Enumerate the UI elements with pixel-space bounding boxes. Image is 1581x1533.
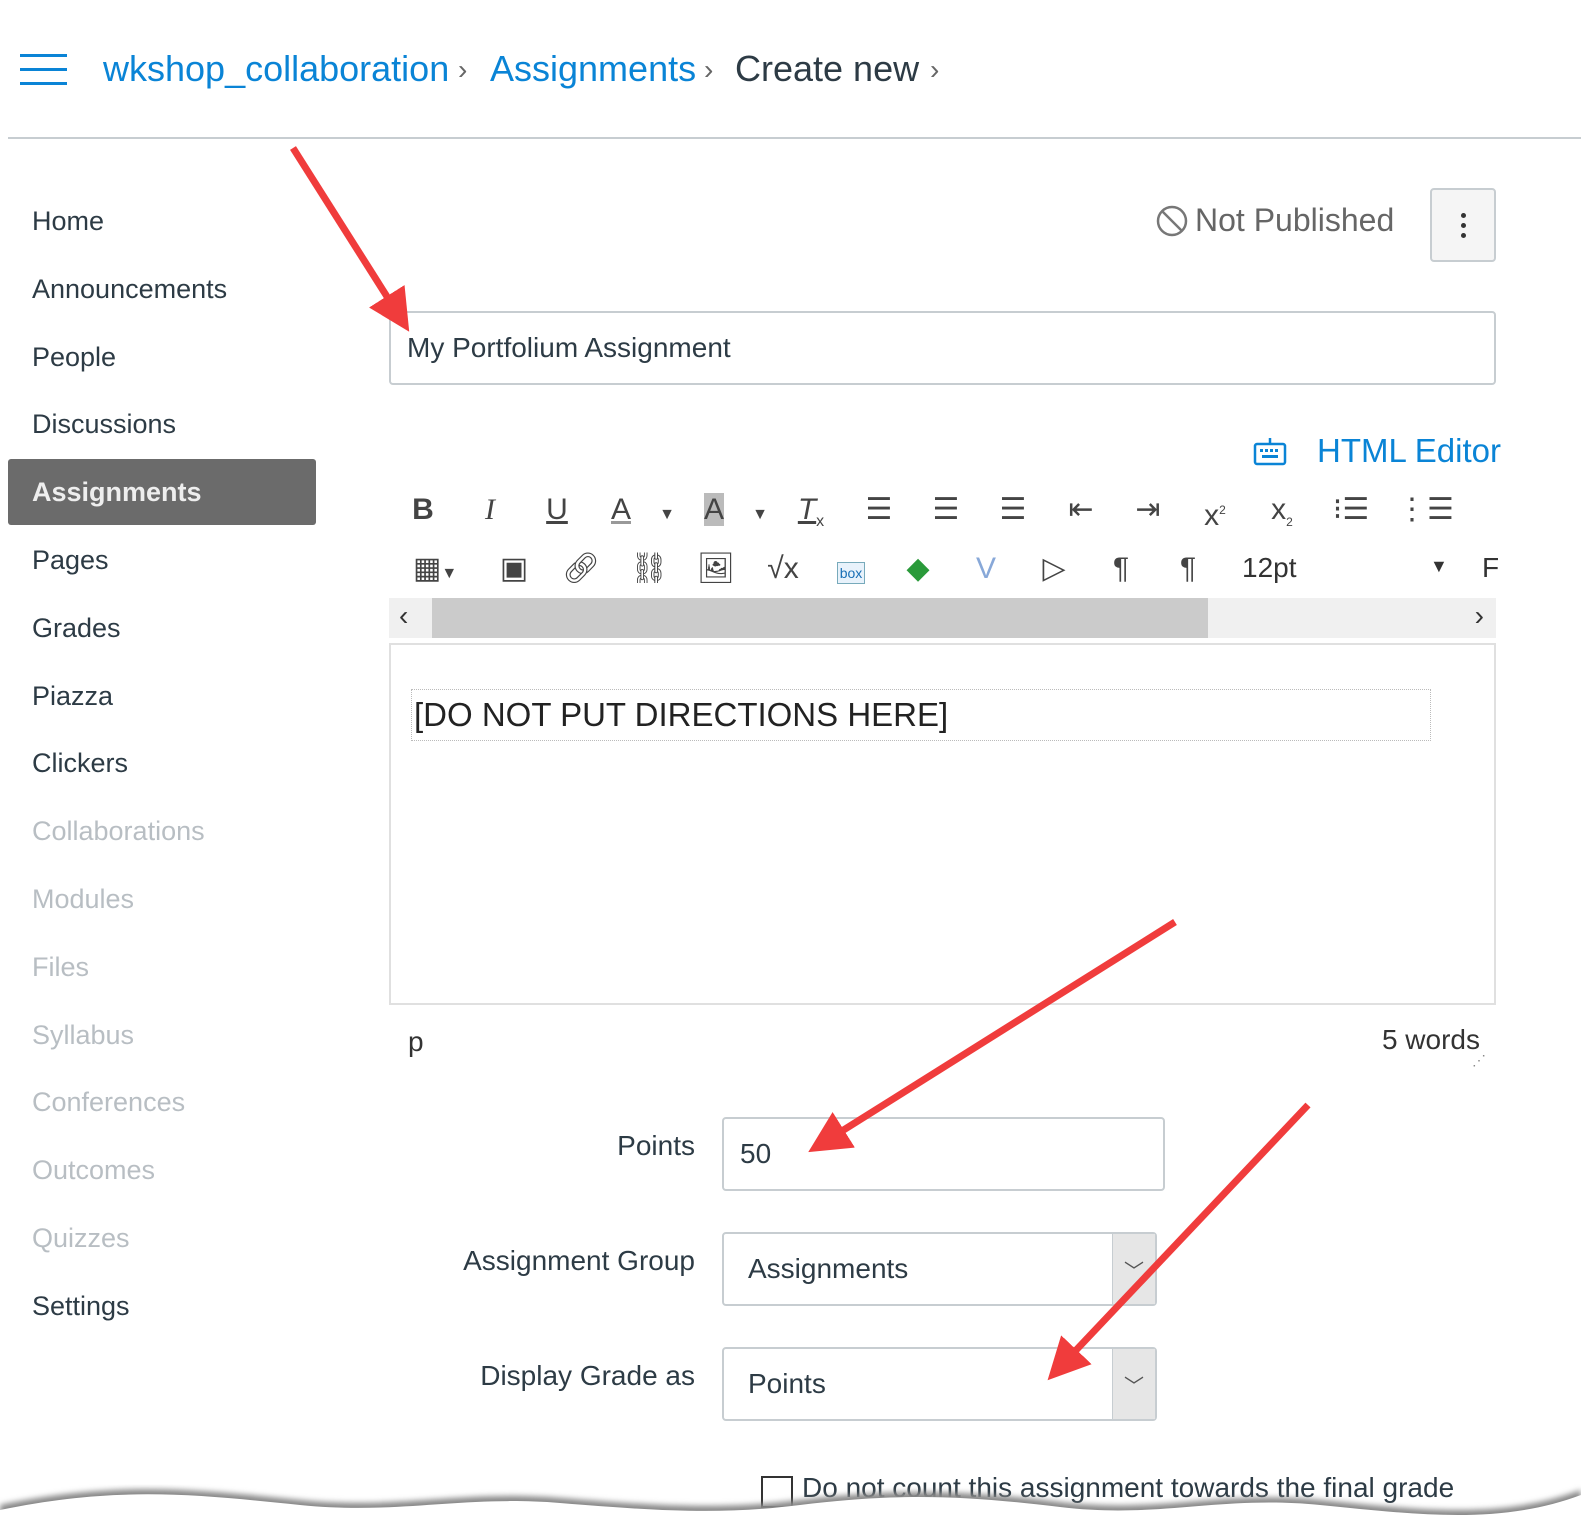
- bullet-list-icon[interactable]: ⁝☰: [1329, 490, 1373, 530]
- chevron-down-icon: ﹀: [1112, 1349, 1155, 1419]
- subscript-icon[interactable]: x2: [1260, 490, 1304, 530]
- clear-formatting-icon[interactable]: Tx: [789, 490, 833, 530]
- scroll-left-icon[interactable]: ‹: [399, 600, 408, 632]
- indent-icon[interactable]: ⇥: [1126, 490, 1170, 530]
- toolbar-scrollbar[interactable]: ‹ ›: [389, 598, 1496, 638]
- assignment-title-input[interactable]: My Portfolium Assignment: [389, 311, 1496, 385]
- unlink-icon[interactable]: ⛓︎: [627, 549, 671, 589]
- rtl-icon[interactable]: ¶: [1166, 549, 1210, 589]
- sidebar-item-quizzes[interactable]: Quizzes: [32, 1205, 316, 1271]
- link-icon[interactable]: 🔗︎: [559, 549, 603, 589]
- align-center-icon[interactable]: ☰: [924, 490, 968, 530]
- align-right-icon[interactable]: ☰: [991, 490, 1035, 530]
- italic-icon[interactable]: I: [468, 490, 512, 530]
- superscript-icon[interactable]: x2: [1193, 490, 1237, 532]
- sidebar-item-clickers[interactable]: Clickers: [32, 730, 316, 796]
- video-icon[interactable]: ▷: [1032, 549, 1076, 589]
- media-icon[interactable]: ▣: [492, 549, 536, 589]
- html-editor-toggle[interactable]: HTML Editor: [1253, 432, 1501, 470]
- chevron-down-icon: ﹀: [1112, 1234, 1155, 1304]
- font-size-dropdown-icon[interactable]: ▼: [1430, 556, 1448, 577]
- sidebar-item-piazza[interactable]: Piazza: [32, 663, 316, 729]
- sidebar-item-collaborations[interactable]: Collaborations: [32, 798, 316, 864]
- torn-edge: [0, 1489, 1581, 1533]
- element-path: p: [408, 1026, 424, 1057]
- underline-icon[interactable]: U: [535, 490, 579, 530]
- breadcrumb-course[interactable]: wkshop_collaboration: [103, 48, 449, 90]
- bold-icon[interactable]: B: [401, 490, 445, 530]
- outdent-icon[interactable]: ⇤: [1059, 490, 1103, 530]
- dropdown-icon[interactable]: ▼: [738, 490, 782, 530]
- numbered-list-icon[interactable]: ⋮☰: [1397, 490, 1454, 530]
- breadcrumb-separator-icon: ›: [458, 54, 468, 85]
- breadcrumb-separator-icon: ›: [930, 54, 940, 85]
- header-divider: [8, 137, 1581, 139]
- points-label: Points: [617, 1130, 695, 1161]
- sidebar-item-settings[interactable]: Settings: [32, 1273, 316, 1339]
- sidebar-item-outcomes[interactable]: Outcomes: [32, 1137, 316, 1203]
- breadcrumb-current: Create new: [735, 48, 920, 89]
- sidebar-item-grades[interactable]: Grades: [32, 595, 316, 661]
- align-left-icon[interactable]: ☰: [857, 490, 901, 530]
- rich-text-editor[interactable]: [DO NOT PUT DIRECTIONS HERE]: [389, 643, 1496, 1005]
- sidebar-item-people[interactable]: People: [32, 324, 316, 390]
- not-published-icon: [1156, 205, 1188, 236]
- box-icon[interactable]: box: [829, 549, 873, 589]
- sidebar-item-files[interactable]: Files: [32, 934, 316, 1000]
- assignment-group-label: Assignment Group: [463, 1245, 695, 1276]
- image-icon[interactable]: 🖼︎: [694, 549, 738, 589]
- sidebar-item-conferences[interactable]: Conferences: [32, 1069, 316, 1135]
- table-icon[interactable]: ▦▼: [413, 549, 457, 589]
- vimeo-icon[interactable]: V: [964, 549, 1008, 589]
- background-color-icon[interactable]: A: [692, 490, 736, 530]
- word-count: 5 words: [1381, 1024, 1480, 1055]
- text-color-icon[interactable]: A: [599, 490, 643, 530]
- sidebar-item-discussions[interactable]: Discussions: [32, 391, 316, 457]
- sidebar-item-home[interactable]: Home: [32, 188, 316, 254]
- editor-paragraph[interactable]: [DO NOT PUT DIRECTIONS HERE]: [411, 689, 1431, 741]
- sidebar-item-announcements[interactable]: Announcements: [32, 256, 316, 322]
- scroll-right-icon[interactable]: ›: [1475, 600, 1484, 632]
- publish-status[interactable]: Not Published: [1155, 202, 1394, 239]
- display-grade-label: Display Grade as: [480, 1360, 695, 1391]
- portfolium-icon[interactable]: ◆: [896, 549, 940, 589]
- hamburger-menu-icon[interactable]: [20, 54, 67, 86]
- breadcrumb-assignments[interactable]: Assignments: [490, 48, 696, 90]
- sidebar-item-syllabus[interactable]: Syllabus: [32, 1002, 316, 1068]
- display-grade-select[interactable]: Points ﹀: [722, 1347, 1157, 1421]
- assignment-group-select[interactable]: Assignments ﹀: [722, 1232, 1157, 1306]
- keyboard-icon: [1253, 438, 1287, 466]
- ltr-icon[interactable]: ¶: [1099, 549, 1143, 589]
- font-size-select[interactable]: 12pt: [1242, 552, 1297, 584]
- scrollbar-thumb[interactable]: [432, 598, 1208, 638]
- sidebar-item-assignments[interactable]: Assignments: [8, 459, 316, 526]
- font-family-select[interactable]: F: [1482, 552, 1499, 584]
- breadcrumb-separator-icon: ›: [704, 54, 714, 85]
- sidebar-item-modules[interactable]: Modules: [32, 866, 316, 932]
- more-options-button[interactable]: [1430, 188, 1496, 262]
- sidebar-item-pages[interactable]: Pages: [32, 527, 316, 593]
- math-icon[interactable]: √x: [761, 549, 805, 589]
- points-input[interactable]: 50: [722, 1117, 1165, 1191]
- resize-handle-icon[interactable]: ⋰: [1472, 1052, 1486, 1069]
- dropdown-icon[interactable]: ▼: [645, 490, 689, 530]
